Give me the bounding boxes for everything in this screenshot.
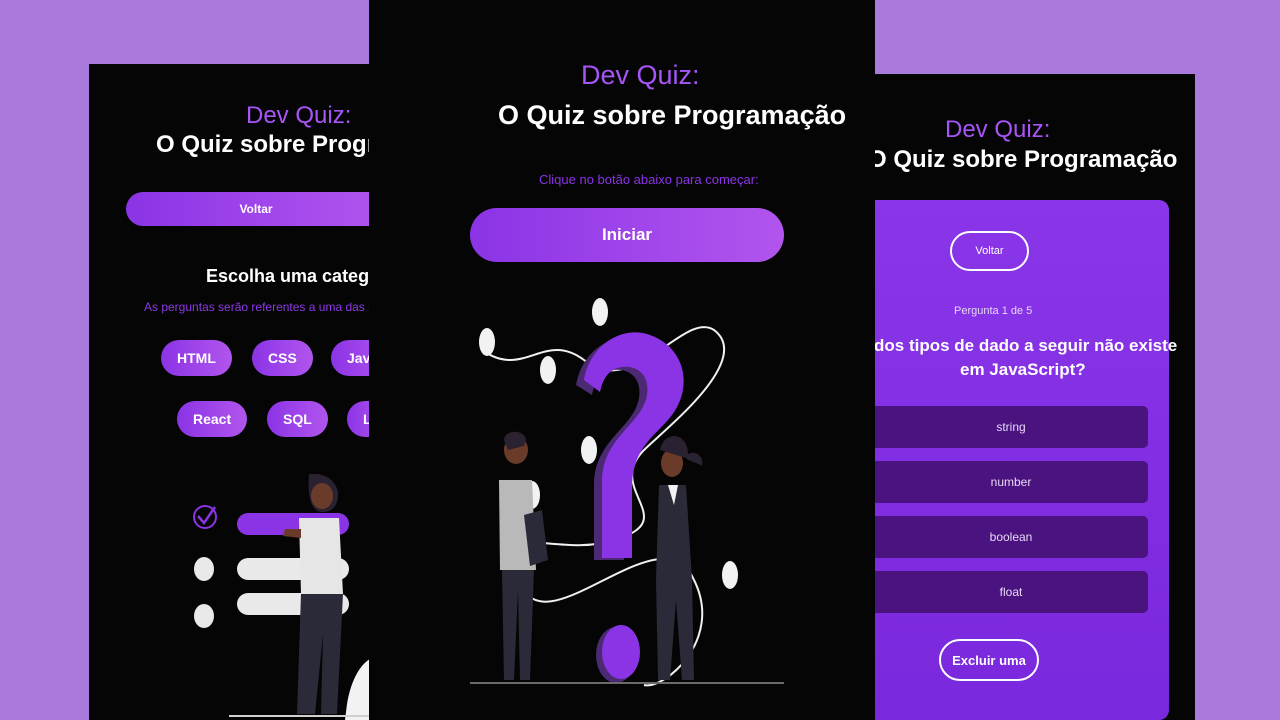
answer-option-boolean[interactable]: boolean [874,516,1148,558]
answer-option-number[interactable]: number [874,461,1148,503]
question-text-line2: em JavaScript? [960,360,1086,379]
app-title: Dev Quiz: [246,102,352,129]
category-javascript-button[interactable]: Java [331,340,370,376]
app-subtitle: O Quiz sobre Programação [874,146,1178,173]
back-button[interactable]: Voltar [950,231,1029,271]
app-subtitle: O Quiz sobre Program [156,131,370,158]
app-title: Dev Quiz: [945,116,1051,143]
category-html-button[interactable]: HTML [161,340,232,376]
question-card: Voltar Pergunta 1 de 5 dos tipos de dado… [874,200,1177,720]
answer-option-float[interactable]: float [874,571,1148,613]
eliminate-option-button[interactable]: Excluir uma [939,639,1039,681]
category-css-button[interactable]: CSS [252,340,313,376]
answer-option-string[interactable]: string [874,406,1148,448]
start-button[interactable]: Iniciar [470,208,784,262]
category-sql-button[interactable]: SQL [267,401,328,437]
back-button[interactable]: Voltar [126,192,370,226]
category-heading: Escolha uma categor [206,266,370,286]
category-subtitle: As perguntas serão referentes a uma das … [144,300,370,314]
check-circle-icon [193,505,217,529]
start-screen: Dev Quiz: O Quiz sobre Programação Cliqu… [369,0,875,720]
category-screen: Dev Quiz: O Quiz sobre Program Voltar Es… [89,64,370,720]
question-screen: Dev Quiz: O Quiz sobre Programação Volta… [874,74,1195,720]
question-mark-illustration [470,298,784,687]
question-counter: Pergunta 1 de 5 [954,305,1033,317]
checklist-illustration [193,474,370,720]
category-react-button[interactable]: React [177,401,248,437]
app-title: Dev Quiz: [581,60,700,90]
category-more-button[interactable]: L [347,401,370,437]
app-subtitle: O Quiz sobre Programação [498,100,847,130]
start-instruction: Clique no botão abaixo para começar: [539,172,759,187]
question-text-line1: dos tipos de dado a seguir não existe [874,336,1178,355]
